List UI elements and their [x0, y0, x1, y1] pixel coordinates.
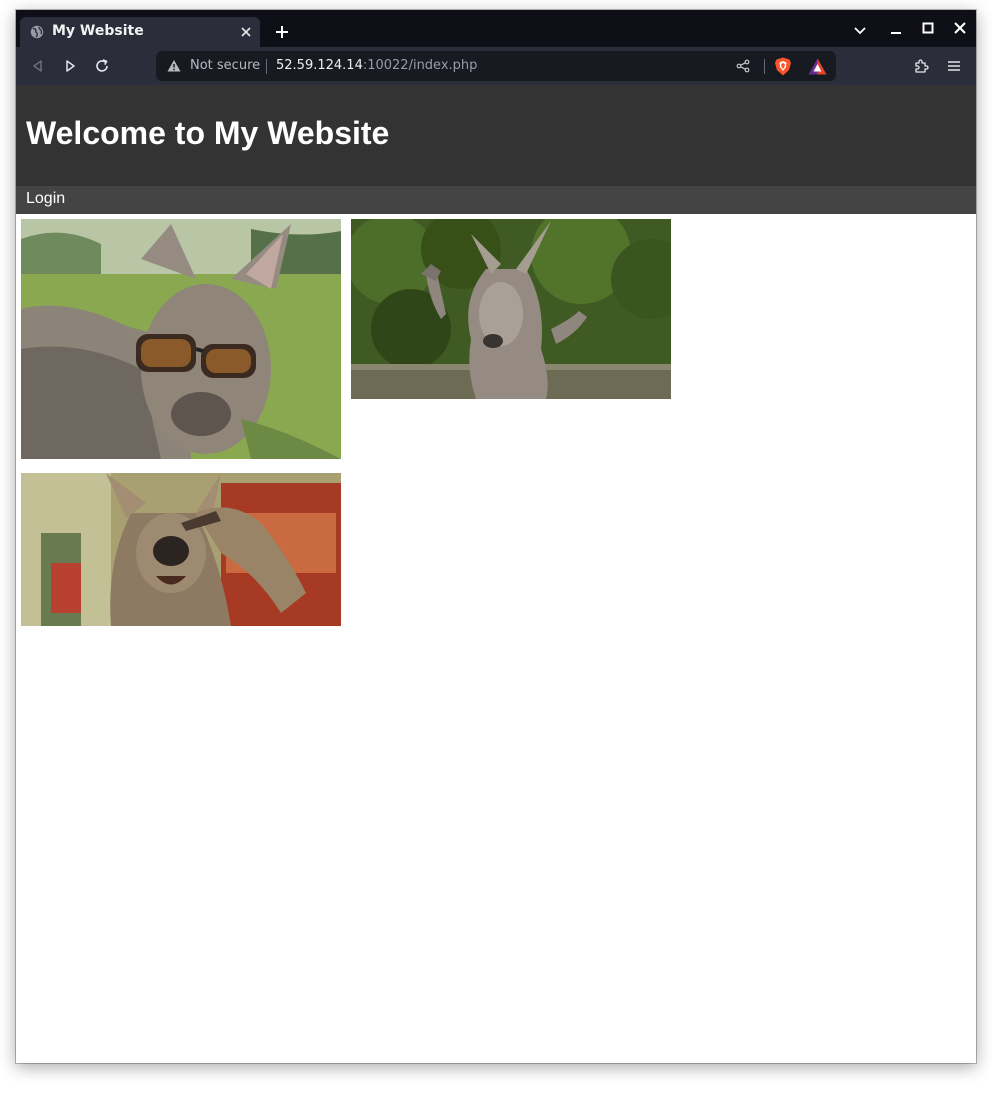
new-tab-icon[interactable] — [274, 24, 290, 40]
browser-tab[interactable]: My Website — [20, 17, 260, 47]
url-host: 52.59.124.14 — [276, 58, 363, 73]
url-text[interactable]: 52.59.124.14:10022/index.php — [276, 58, 477, 73]
browser-window: My Website Not secure 52.59.124.14:10022… — [16, 10, 976, 1063]
tab-title: My Website — [52, 23, 144, 39]
kangaroo-sunglasses-image — [21, 219, 341, 459]
browser-toolbar: Not secure 52.59.124.14:10022/index.php — [16, 47, 976, 85]
brave-shields-icon[interactable] — [774, 57, 792, 76]
forward-icon[interactable] — [62, 58, 78, 74]
security-status-label[interactable]: Not secure — [190, 58, 260, 73]
globe-icon — [30, 25, 44, 39]
extensions-puzzle-icon[interactable] — [913, 58, 929, 74]
gallery-image-kangaroo-saluting[interactable] — [21, 473, 341, 626]
tab-search-chevron-icon[interactable] — [852, 22, 868, 38]
page-title: Welcome to My Website — [26, 115, 390, 151]
site-nav: Login — [16, 186, 976, 214]
minimize-icon[interactable] — [888, 22, 904, 38]
address-bar[interactable]: Not secure 52.59.124.14:10022/index.php — [156, 51, 836, 81]
close-window-icon[interactable] — [952, 20, 968, 36]
nav-login-link[interactable]: Login — [26, 190, 65, 208]
site-header: Welcome to My Website — [16, 85, 976, 186]
kangaroo-saluting-image — [21, 473, 341, 626]
share-icon[interactable] — [736, 59, 750, 73]
gallery-image-kangaroo-waving[interactable] — [351, 219, 671, 399]
back-icon[interactable] — [30, 58, 46, 74]
brave-rewards-icon[interactable] — [808, 58, 827, 75]
url-divider — [266, 59, 267, 74]
url-path: :10022/index.php — [362, 58, 478, 73]
tab-strip: My Website — [16, 10, 976, 47]
web-page: Welcome to My Website Login — [16, 85, 976, 1063]
gallery-image-kangaroo-sunglasses[interactable] — [21, 219, 341, 459]
warning-icon[interactable] — [167, 59, 181, 73]
close-tab-icon[interactable] — [238, 24, 254, 40]
maximize-icon[interactable] — [920, 20, 936, 36]
reload-icon[interactable] — [94, 58, 110, 74]
menu-hamburger-icon[interactable] — [946, 58, 962, 74]
url-divider-2 — [764, 59, 765, 74]
kangaroo-waving-image — [351, 219, 671, 399]
